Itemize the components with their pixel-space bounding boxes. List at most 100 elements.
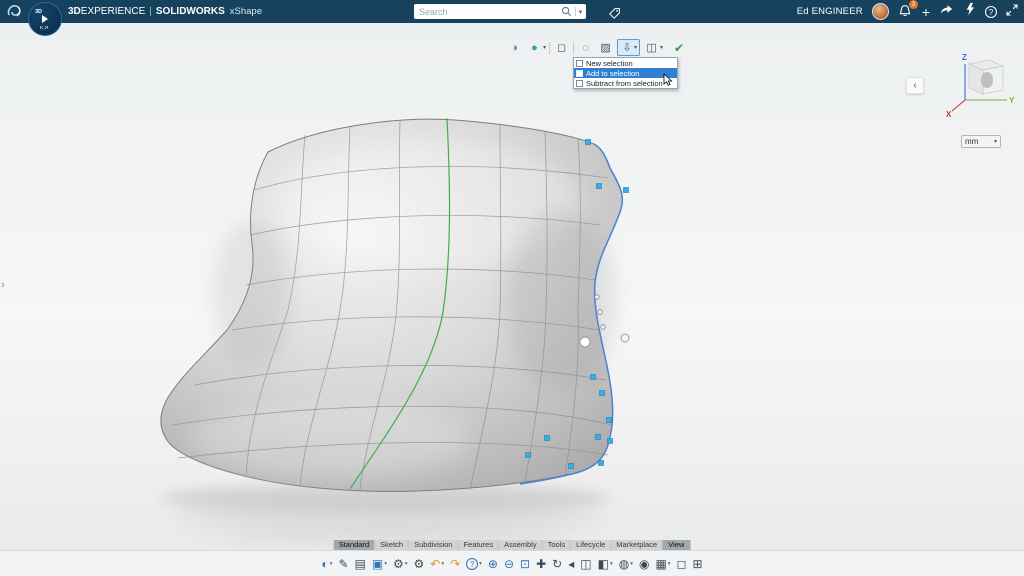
- isolate-icon: ◻: [677, 556, 687, 572]
- left-panel-toggle[interactable]: ›: [1, 279, 5, 291]
- zoom-fit-button[interactable]: ⊡: [520, 555, 530, 573]
- display-style-button[interactable]: ◐▾: [321, 555, 332, 573]
- search-options-caret[interactable]: ▾: [579, 8, 586, 16]
- chair-surface: [161, 119, 623, 491]
- help-button[interactable]: ?: [985, 6, 997, 18]
- search-icon[interactable]: [561, 6, 572, 17]
- chevron-down-icon[interactable]: ▾: [668, 561, 671, 567]
- paint-select-button[interactable]: ▨: [597, 40, 614, 56]
- menu-item-add-to-selection[interactable]: Add to selection: [574, 68, 677, 78]
- redo-button[interactable]: ↷: [450, 555, 460, 573]
- sphere-mode-button[interactable]: ● ▾: [526, 40, 546, 56]
- mouse-cursor: [663, 73, 673, 92]
- chevron-down-icon[interactable]: ▾: [330, 561, 333, 567]
- tab-sketch[interactable]: Sketch: [375, 540, 409, 550]
- tab-standard[interactable]: Standard: [334, 540, 375, 550]
- menu-item-label: Subtract from selection: [586, 79, 663, 88]
- chevron-down-icon[interactable]: ▾: [479, 561, 482, 567]
- z-axis-label: Z: [962, 53, 967, 62]
- selection-filter-icon: ◫: [643, 40, 660, 56]
- apps-button[interactable]: [963, 2, 976, 21]
- lasso-select-button[interactable]: ◌: [577, 40, 594, 56]
- x-axis-label: X: [946, 110, 952, 118]
- hide-show-button[interactable]: ◍▾: [619, 555, 633, 573]
- zoom-out-button[interactable]: ⊖: [504, 555, 514, 573]
- zoom-in-icon: ⊕: [488, 556, 498, 572]
- chevron-down-icon[interactable]: ▾: [441, 561, 444, 567]
- sketch-icon: ✎: [338, 556, 348, 572]
- menu-item-new-selection[interactable]: New selection: [574, 58, 677, 68]
- zoom-fit-icon: ⊡: [520, 556, 530, 572]
- chevron-down-icon[interactable]: ▾: [543, 44, 546, 51]
- section-view-button[interactable]: ◫: [580, 555, 591, 573]
- add-content-button[interactable]: +: [922, 5, 930, 19]
- gear-icon: ⚙: [413, 556, 424, 572]
- multi-view-button[interactable]: ⊞: [693, 555, 703, 573]
- user-avatar[interactable]: [872, 3, 889, 20]
- user-name[interactable]: Ed ENGINEER: [797, 6, 863, 17]
- document-icon: ▤: [355, 556, 366, 572]
- 3ds-logo[interactable]: [5, 2, 23, 25]
- chevron-down-icon[interactable]: ▾: [610, 561, 613, 567]
- selection-toolbar: ◑ ● ▾ ◻ ◌ ▨ ⇩ ▾ ◫ ▾ ✔: [506, 39, 684, 56]
- display-mode-button[interactable]: ◧▾: [598, 555, 613, 573]
- view-orientation-icon: ▦: [655, 556, 666, 572]
- tools-button[interactable]: ⚙▾: [393, 555, 408, 573]
- appearance-button[interactable]: ◉: [639, 555, 649, 573]
- selection-mode-button[interactable]: ⇩ ▾: [617, 39, 640, 56]
- notification-badge: 3: [909, 0, 918, 9]
- chevron-down-icon[interactable]: ▾: [384, 561, 387, 567]
- units-dropdown[interactable]: mm ▾: [961, 135, 1001, 148]
- chevron-down-icon[interactable]: ▾: [634, 44, 637, 51]
- tab-subdivision[interactable]: Subdivision: [409, 540, 458, 550]
- undo-button[interactable]: ↶▾: [430, 555, 444, 573]
- save-button[interactable]: ▣▾: [372, 555, 387, 573]
- chevron-down-icon[interactable]: ▾: [660, 44, 663, 51]
- tab-marketplace[interactable]: Marketplace: [611, 540, 663, 550]
- compass-3d-label: 3D: [35, 9, 42, 15]
- rotate-view-button[interactable]: ↻: [552, 555, 562, 573]
- share-button[interactable]: [939, 2, 954, 21]
- shaded-mode-button[interactable]: ◑: [506, 40, 523, 56]
- model-reflection: [160, 483, 610, 548]
- tab-lifecycle[interactable]: Lifecycle: [571, 540, 611, 550]
- previous-view-button[interactable]: ◂: [568, 555, 574, 573]
- view-orientation-button[interactable]: ▦▾: [655, 555, 670, 573]
- undo-icon: ↶: [430, 556, 440, 572]
- display-style-icon: ◐: [321, 556, 328, 572]
- notifications-button[interactable]: 3: [898, 4, 913, 19]
- toolbar-divider: [549, 42, 550, 54]
- expand-icon: [1006, 4, 1018, 16]
- chevron-down-icon[interactable]: ▾: [405, 561, 408, 567]
- tab-tools[interactable]: Tools: [543, 540, 572, 550]
- rotate-icon: ↻: [552, 556, 562, 572]
- isolate-button[interactable]: ◻: [677, 555, 687, 573]
- search-input[interactable]: [414, 7, 561, 17]
- zoom-in-button[interactable]: ⊕: [488, 555, 498, 573]
- tab-view[interactable]: View: [663, 540, 690, 550]
- fullscreen-button[interactable]: [1006, 3, 1018, 21]
- brand-divider: |: [149, 6, 152, 17]
- view-triad[interactable]: Z Y X: [945, 50, 1015, 123]
- sketch-button[interactable]: ✎: [338, 555, 348, 573]
- pan-button[interactable]: ✚: [536, 555, 546, 573]
- chevron-down-icon[interactable]: ▾: [630, 561, 633, 567]
- document-button[interactable]: ▤: [355, 555, 366, 573]
- units-value: mm: [965, 137, 978, 146]
- help-button-bottom[interactable]: ?▾: [466, 555, 482, 573]
- confirm-button[interactable]: ✔: [674, 41, 684, 55]
- 3d-viewport[interactable]: [0, 0, 1024, 576]
- menu-item-subtract-from-selection[interactable]: Subtract from selection: [574, 78, 677, 88]
- tag-button[interactable]: [608, 6, 622, 25]
- tab-assembly[interactable]: Assembly: [499, 540, 543, 550]
- settings-button[interactable]: ⚙: [413, 555, 424, 573]
- chevron-down-icon: ▾: [994, 138, 997, 145]
- panel-collapse-button[interactable]: ‹: [906, 77, 924, 94]
- tab-features[interactable]: Features: [458, 540, 499, 550]
- 3dexperience-compass[interactable]: 3D K,R: [28, 2, 62, 36]
- brand-app: xShape: [230, 6, 262, 17]
- selection-filter-button[interactable]: ◫ ▾: [643, 40, 663, 56]
- share-icon: [939, 2, 954, 16]
- box-select-button[interactable]: ◻: [553, 40, 570, 56]
- compass-play-icon: [42, 15, 48, 23]
